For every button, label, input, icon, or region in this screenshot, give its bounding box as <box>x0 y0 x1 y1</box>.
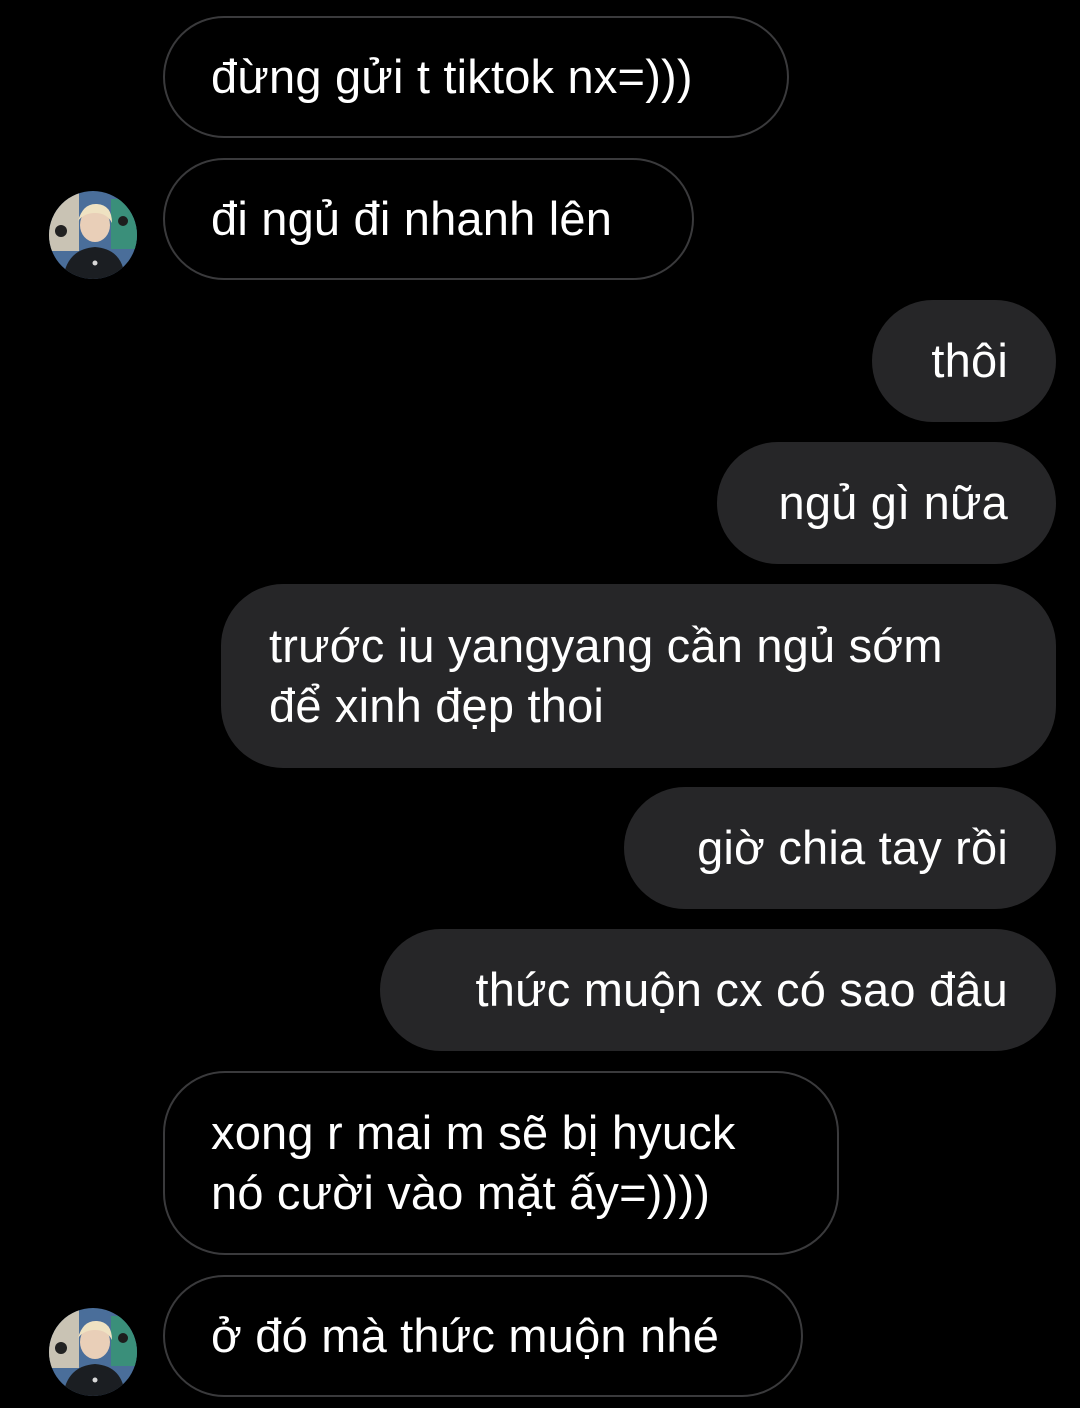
sender-avatar[interactable] <box>49 1308 137 1396</box>
message-text: ở đó mà thức muộn nhé <box>211 1309 720 1362</box>
message-text: đi ngủ đi nhanh lên <box>211 192 613 245</box>
message-text-line-1: xong r mai m sẽ bị hyuck <box>211 1106 736 1159</box>
message-text: đừng gửi t tiktok nx=))) <box>211 50 693 103</box>
message-bubble-incoming[interactable]: đừng gửi t tiktok nx=))) <box>163 16 789 138</box>
message-bubble-incoming[interactable]: xong r mai m sẽ bị hyuck nó cười vào mặt… <box>163 1071 839 1255</box>
message-bubble-outgoing[interactable]: giờ chia tay rồi <box>624 787 1056 909</box>
message-bubble-outgoing[interactable]: thôi <box>872 300 1056 422</box>
message-text: ngủ gì nữa <box>778 476 1008 529</box>
message-text-line-2: để xinh đẹp thoi <box>269 679 605 732</box>
message-bubble-incoming[interactable]: đi ngủ đi nhanh lên <box>163 158 694 280</box>
message-bubble-outgoing[interactable]: trước iu yangyang cần ngủ sớm để xinh đẹ… <box>221 584 1056 768</box>
message-bubble-incoming[interactable]: ở đó mà thức muộn nhé <box>163 1275 803 1397</box>
message-text: giờ chia tay rồi <box>697 821 1008 874</box>
message-text: thức muộn cx có sao đâu <box>475 963 1008 1016</box>
message-text-line-1: trước iu yangyang cần ngủ sớm <box>269 619 943 672</box>
avatar-image <box>49 1308 137 1396</box>
message-bubble-outgoing[interactable]: thức muộn cx có sao đâu <box>380 929 1056 1051</box>
message-text: thôi <box>931 334 1008 387</box>
message-bubble-outgoing[interactable]: ngủ gì nữa <box>717 442 1056 564</box>
avatar-image <box>49 191 137 279</box>
sender-avatar[interactable] <box>49 191 137 279</box>
message-text-line-2: nó cười vào mặt ấy=)))) <box>211 1166 711 1219</box>
